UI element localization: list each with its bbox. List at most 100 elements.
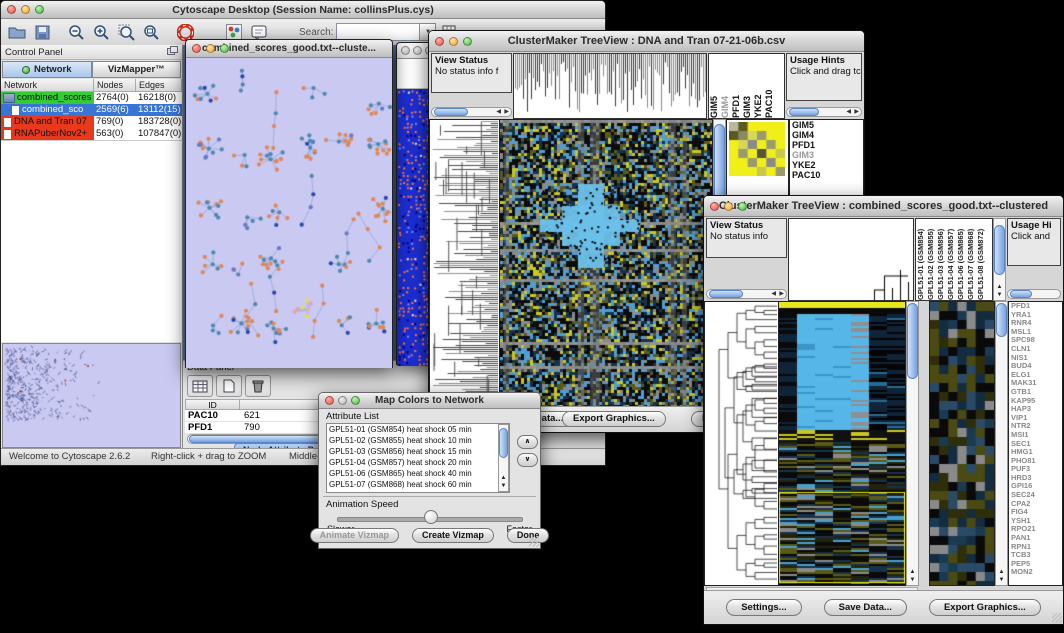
column-dendrogram[interactable] xyxy=(788,218,914,301)
scrollbar-thumb[interactable] xyxy=(907,303,918,379)
select-attributes-icon[interactable] xyxy=(187,375,213,397)
zoomed-heatmap-vscrollbar[interactable]: ▲ ▼ xyxy=(995,301,1008,586)
zoom-selected-icon[interactable] xyxy=(115,22,137,42)
network-table-row[interactable]: RNAPuberNov2+563(0)107847(0) xyxy=(1,128,182,140)
zoom-in-icon[interactable] xyxy=(90,22,112,42)
scroll-right-icon[interactable]: ▶ xyxy=(854,108,859,117)
zoom-window-button[interactable] xyxy=(463,37,472,46)
open-icon[interactable] xyxy=(6,22,28,42)
scroll-up-icon[interactable]: ▲ xyxy=(994,284,1005,291)
scrollbar-thumb[interactable] xyxy=(1010,290,1032,298)
network-view-canvas[interactable] xyxy=(186,58,392,368)
float-panel-icon[interactable] xyxy=(167,46,178,58)
attribute-list-vscrollbar[interactable]: ▲ ▼ xyxy=(498,424,509,492)
export-graphics-button[interactable]: Export Graphics... xyxy=(562,411,666,427)
scroll-down-icon[interactable]: ▼ xyxy=(994,292,1005,299)
column-label[interactable]: GIM4 xyxy=(720,54,731,118)
scrollbar-thumb[interactable] xyxy=(996,303,1007,337)
scroll-down-icon[interactable]: ▼ xyxy=(499,483,508,490)
close-button[interactable] xyxy=(710,202,719,211)
network-window-title-bar[interactable]: combined_scores_good.txt--cluste... xyxy=(186,40,392,58)
gene-label[interactable]: YKE2 xyxy=(792,160,863,170)
scroll-up-icon[interactable]: ▲ xyxy=(499,475,508,482)
heatmap-view[interactable] xyxy=(499,119,713,409)
scroll-up-icon[interactable]: ▲ xyxy=(996,569,1007,576)
column-label[interactable]: GIM5 xyxy=(709,54,720,118)
edges-col-header[interactable]: Edges xyxy=(136,79,182,91)
gene-label[interactable]: PFD1 xyxy=(792,140,863,150)
attribute-list[interactable]: ▲ ▼ GPL51-01 (GSM854) heat shock 05 minG… xyxy=(326,423,510,493)
column-label[interactable]: YKE2 xyxy=(753,54,764,118)
zoom-window-button[interactable] xyxy=(35,5,44,14)
main-title-bar[interactable]: Cytoscape Desktop (Session Name: collins… xyxy=(1,1,605,19)
delete-attribute-icon[interactable] xyxy=(245,375,271,397)
column-label[interactable]: GPL51-07 (GSM868) xyxy=(966,219,976,300)
map-colors-dialog[interactable]: Map Colors to Network Attribute List ▲ ▼… xyxy=(318,392,541,549)
resize-grip[interactable] xyxy=(1052,613,1062,623)
attribute-list-item[interactable]: GPL51-02 (GSM855) heat shock 10 min xyxy=(327,435,509,446)
heatmap-view[interactable] xyxy=(778,301,906,586)
labels-vscrollbar[interactable]: ▲ ▼ xyxy=(993,218,1006,301)
treeview2-button[interactable]: Save Data... xyxy=(824,599,907,616)
treeview2-title-bar[interactable]: ClusterMaker TreeView : combined_scores_… xyxy=(704,196,1063,217)
zoom-window-button[interactable] xyxy=(738,202,747,211)
column-label[interactable]: PFD1 xyxy=(731,54,742,118)
network-table-row[interactable]: DNA and Tran 07769(0)183728(0) xyxy=(1,116,182,128)
column-label[interactable]: GPL51-01 (GSM854) xyxy=(916,219,926,300)
column-label[interactable]: GPL51-06 (GSM865) xyxy=(956,219,966,300)
control-panel-tab[interactable]: Network xyxy=(2,61,92,78)
gene-label[interactable]: GIM5 xyxy=(792,120,863,130)
gene-label[interactable]: PAC10 xyxy=(792,170,863,180)
treeview2-button[interactable]: Settings... xyxy=(726,599,801,616)
treeview-window-combined[interactable]: ClusterMaker TreeView : combined_scores_… xyxy=(703,195,1064,625)
scroll-down-icon[interactable]: ▼ xyxy=(996,577,1007,584)
close-button[interactable] xyxy=(192,44,201,53)
slider-thumb[interactable] xyxy=(424,510,438,524)
resize-grip[interactable] xyxy=(529,537,539,547)
zoom-fit-icon[interactable] xyxy=(140,22,162,42)
scrollbar-thumb[interactable] xyxy=(789,108,819,116)
zoom-out-icon[interactable] xyxy=(65,22,87,42)
gene-label[interactable]: GIM4 xyxy=(792,130,863,140)
column-label[interactable]: GPL51-02 (GSM855) xyxy=(926,219,936,300)
view-status-hscrollbar[interactable]: ◀ ▶ xyxy=(706,289,787,299)
column-label[interactable]: GIM3 xyxy=(742,54,753,118)
dialog-button[interactable]: Animate Vizmap xyxy=(310,528,399,543)
scroll-up-icon[interactable]: ▲ xyxy=(907,569,918,576)
scrollbar-thumb[interactable] xyxy=(709,290,743,298)
scroll-left-icon[interactable]: ◀ xyxy=(496,108,501,117)
zoom-window-button[interactable] xyxy=(220,44,229,53)
network-view-window[interactable]: combined_scores_good.txt--cluste... xyxy=(185,39,393,368)
scroll-left-icon[interactable]: ◀ xyxy=(846,108,851,117)
similarity-matrix-canvas[interactable] xyxy=(729,122,785,176)
minimize-button[interactable] xyxy=(724,202,733,211)
dialog-title-bar[interactable]: Map Colors to Network xyxy=(319,393,540,409)
column-label[interactable]: GPL51-04 (GSM857) xyxy=(946,219,956,300)
column-dendrogram[interactable] xyxy=(513,53,707,119)
close-button[interactable] xyxy=(401,46,410,55)
scroll-down-icon[interactable]: ▼ xyxy=(907,577,918,584)
gene-label[interactable]: GIM3 xyxy=(792,150,863,160)
scrollbar-thumb[interactable] xyxy=(994,225,1005,275)
heatmap-vscrollbar[interactable]: ▲ ▼ xyxy=(906,301,919,586)
move-down-button[interactable]: ∨ xyxy=(517,453,538,467)
row-dendrogram[interactable] xyxy=(429,119,499,409)
view-status-hscrollbar[interactable]: ◀ ▶ xyxy=(431,107,512,117)
minimize-button[interactable] xyxy=(206,44,215,53)
scrollbar-thumb[interactable] xyxy=(499,428,508,458)
scroll-right-icon[interactable]: ▶ xyxy=(504,108,509,117)
scrollbar-thumb[interactable] xyxy=(189,435,321,443)
minimize-button[interactable] xyxy=(21,5,30,14)
close-button[interactable] xyxy=(435,37,444,46)
gene-label[interactable]: MON2 xyxy=(1011,568,1062,577)
network-overview-panel[interactable] xyxy=(2,343,181,448)
minimize-button[interactable] xyxy=(449,37,458,46)
attribute-list-item[interactable]: GPL51-03 (GSM856) heat shock 15 min xyxy=(327,446,509,457)
save-icon[interactable] xyxy=(31,22,53,42)
minimize-button[interactable] xyxy=(338,396,347,405)
zoom-window-button[interactable] xyxy=(351,396,360,405)
column-label[interactable]: PAC10 xyxy=(764,54,775,118)
attribute-list-item[interactable]: GPL51-01 (GSM854) heat shock 05 min xyxy=(327,424,509,435)
scroll-left-icon[interactable]: ◀ xyxy=(771,290,776,299)
nodes-col-header[interactable]: Nodes xyxy=(94,79,136,91)
